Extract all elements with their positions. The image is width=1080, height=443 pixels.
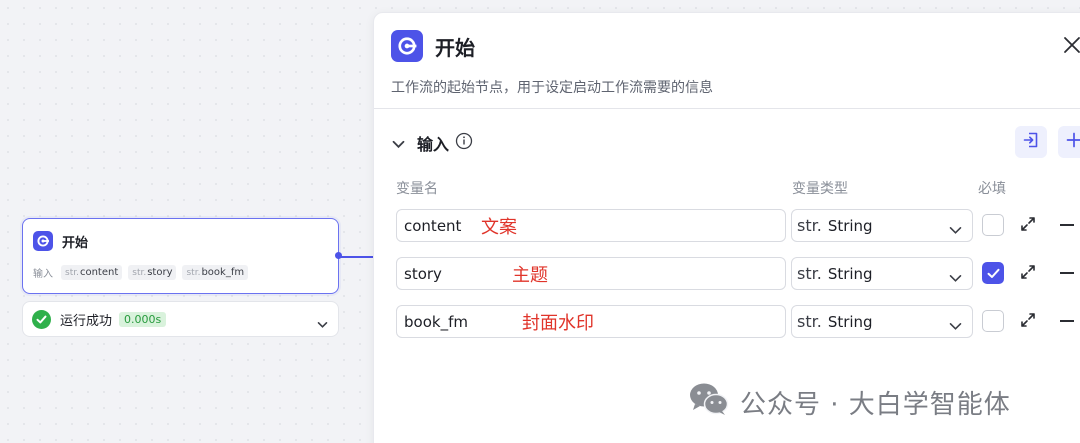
panel-description: 工作流的起始节点，用于设定启动工作流需要的信息: [391, 80, 713, 96]
checkmark-icon: [987, 268, 999, 278]
watermark: 公众号 · 大白学智能体: [688, 382, 1011, 423]
required-checkbox[interactable]: [982, 214, 1004, 236]
remove-variable-button[interactable]: [1060, 224, 1074, 226]
start-node-icon: [391, 30, 423, 62]
string-type-icon: str.: [797, 264, 822, 283]
expand-icon[interactable]: [1020, 264, 1036, 284]
variable-name-input[interactable]: [396, 257, 786, 290]
expand-icon[interactable]: [1020, 216, 1036, 236]
string-type-icon: str.: [797, 216, 822, 235]
remove-variable-button[interactable]: [1060, 320, 1074, 322]
expand-icon[interactable]: [1020, 312, 1036, 332]
chevron-down-icon: [949, 268, 962, 287]
variable-type-select[interactable]: str. String: [791, 305, 973, 338]
string-type-icon: str.: [797, 312, 822, 331]
node-config-panel: 开始 工作流的起始节点，用于设定启动工作流需要的信息 输入 变量名 变量类型 必…: [373, 12, 1080, 443]
wechat-icon: [688, 382, 730, 423]
required-checkbox[interactable]: [982, 262, 1004, 284]
column-header-type: 变量类型: [792, 181, 848, 197]
close-icon[interactable]: [1063, 36, 1080, 58]
connection-edge: [339, 256, 375, 258]
start-node-title: 开始: [62, 235, 89, 251]
input-chip: str. story: [128, 265, 177, 280]
variable-name-input[interactable]: [396, 209, 786, 242]
variable-type-label: String: [827, 264, 873, 283]
info-icon[interactable]: [455, 132, 473, 154]
start-node-icon: [33, 231, 53, 251]
input-chip: str. content: [61, 265, 123, 280]
input-section-title: 输入: [417, 135, 450, 154]
variable-type-select[interactable]: str. String: [791, 209, 973, 242]
chevron-down-icon[interactable]: [317, 314, 328, 333]
column-header-required: 必填: [978, 181, 1006, 197]
start-node-header: 开始: [33, 231, 88, 251]
variable-row: 封面水印 str. String: [374, 305, 1080, 339]
variable-type-label: String: [827, 216, 873, 235]
variable-type-select[interactable]: str. String: [791, 257, 973, 290]
chevron-down-icon: [949, 316, 962, 335]
variable-row: 文案 str. String: [374, 209, 1080, 243]
variable-name-input[interactable]: [396, 305, 786, 338]
chevron-down-icon: [949, 220, 962, 239]
input-chip: str. book_fm: [182, 265, 249, 280]
add-variable-button[interactable]: [1058, 126, 1080, 158]
run-status-text: 运行成功: [60, 313, 113, 329]
import-icon: [1022, 131, 1040, 153]
chevron-down-icon[interactable]: [392, 134, 405, 153]
start-node-card[interactable]: 开始 输入 str. content str. story str. book_fm: [22, 218, 342, 294]
variable-row: 主题 str. String: [374, 257, 1080, 291]
divider: [374, 108, 1080, 109]
column-header-name: 变量名: [396, 181, 438, 197]
input-section-header[interactable]: 输入: [392, 131, 473, 155]
watermark-text: 公众号 · 大白学智能体: [740, 390, 1011, 420]
remove-variable-button[interactable]: [1060, 272, 1074, 274]
variable-type-label: String: [827, 312, 873, 331]
start-node-inputs-label: 输入: [33, 269, 53, 280]
panel-header: 开始: [391, 30, 475, 62]
plus-icon: [1066, 132, 1080, 152]
start-node-inputs: 输入 str. content str. story str. book_fm: [33, 265, 249, 280]
run-time-badge: 0.000s: [119, 311, 167, 327]
required-checkbox[interactable]: [982, 310, 1004, 332]
import-button[interactable]: [1015, 126, 1047, 158]
run-status-bar[interactable]: 运行成功 0.000s: [22, 301, 339, 337]
success-check-icon: [32, 309, 51, 329]
panel-title: 开始: [435, 35, 475, 60]
